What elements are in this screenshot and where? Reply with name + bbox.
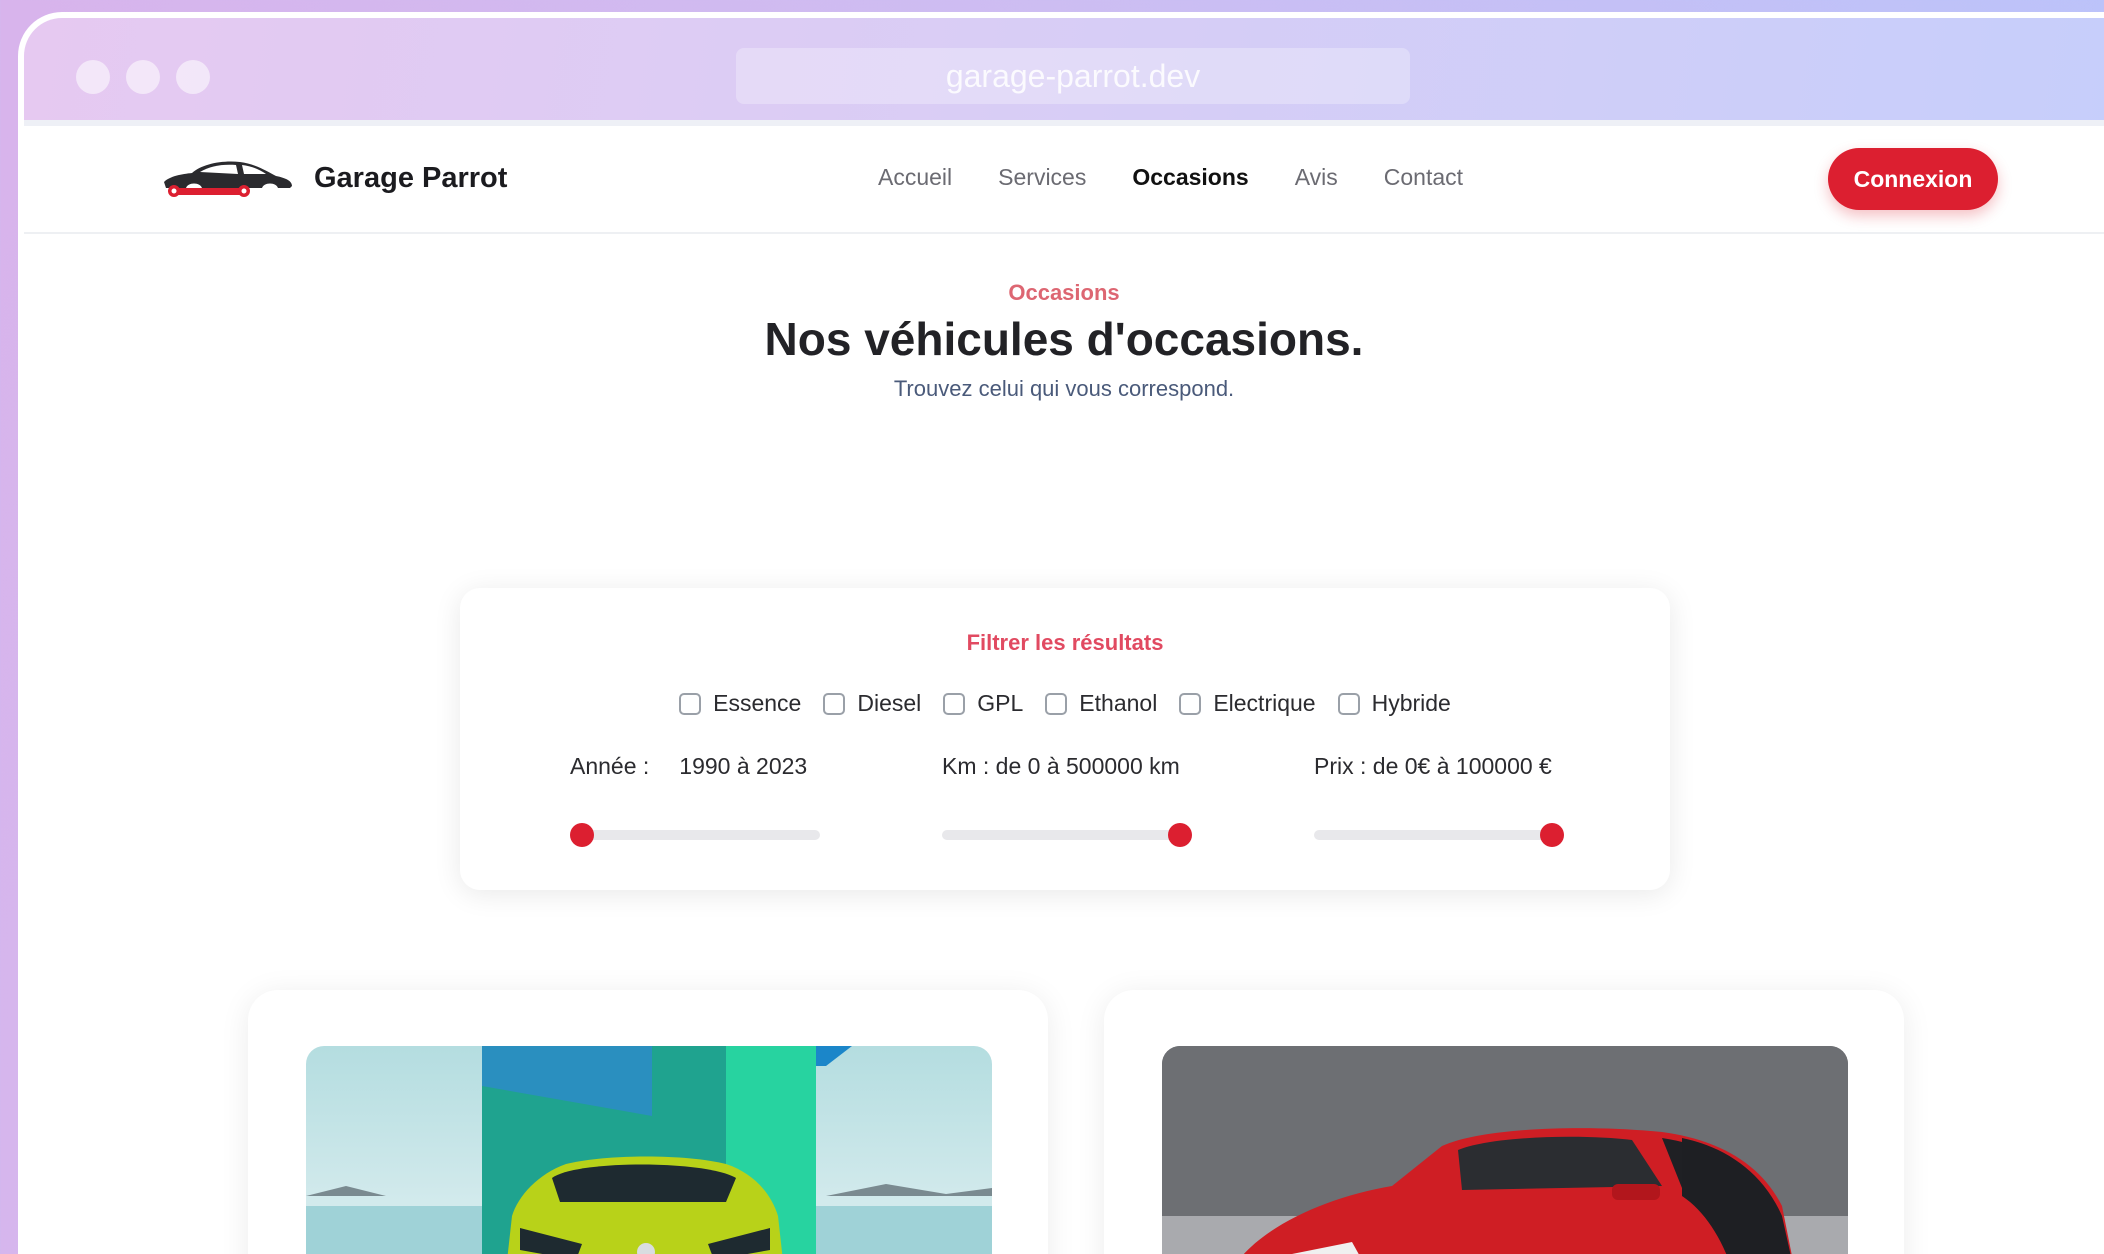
checkbox[interactable]	[679, 692, 702, 715]
fuel-label: Diesel	[857, 690, 922, 716]
km-range-label: Km : de 0 à 500000 km	[942, 753, 1180, 779]
year-range-label: Année : 1990 à 2023	[570, 753, 807, 780]
checkbox[interactable]	[1045, 692, 1068, 715]
car-logo-icon[interactable]	[160, 154, 296, 200]
fuel-option-ethanol[interactable]: Ethanol	[1045, 690, 1157, 717]
fuel-label: GPL	[977, 690, 1024, 716]
year-slider[interactable]	[570, 823, 820, 847]
red-car-image	[1162, 1046, 1848, 1254]
section-eyebrow: Occasions	[1008, 280, 1120, 305]
vehicle-photo[interactable]	[306, 1046, 992, 1254]
green-car-image	[306, 1046, 992, 1254]
nav-link-contact[interactable]: Contact	[1384, 164, 1463, 191]
nav-link-avis[interactable]: Avis	[1295, 164, 1338, 191]
km-slider[interactable]	[942, 823, 1192, 847]
checkbox[interactable]	[943, 692, 966, 715]
vehicle-card[interactable]	[248, 990, 1048, 1254]
fuel-label: Essence	[713, 690, 802, 716]
price-range-label: Prix : de 0€ à 100000 €	[1314, 753, 1552, 779]
vehicle-photo[interactable]	[1162, 1046, 1848, 1254]
url-bar[interactable]: garage-parrot.dev	[736, 48, 1410, 104]
top-navigation: Garage Parrot Accueil Services Occasions…	[24, 126, 2104, 234]
year-label: Année :	[570, 753, 650, 779]
browser-window: garage-parrot.dev Garage Parrot Accueil …	[18, 12, 2104, 1254]
fuel-option-gpl[interactable]: GPL	[943, 690, 1023, 717]
fuel-option-diesel[interactable]: Diesel	[823, 690, 921, 717]
fuel-option-electrique[interactable]: Electrique	[1179, 690, 1316, 717]
filter-panel: Filtrer les résultats Essence Diesel GPL…	[460, 588, 1670, 890]
km-slider-thumb[interactable]	[1168, 823, 1192, 847]
fuel-label: Electrique	[1213, 690, 1316, 716]
fuel-option-hybride[interactable]: Hybride	[1337, 690, 1451, 717]
nav-link-services[interactable]: Services	[998, 164, 1086, 191]
checkbox[interactable]	[1179, 692, 1202, 715]
fuel-label: Hybride	[1371, 690, 1451, 716]
fuel-filters: Essence Diesel GPL Ethanol Electrique Hy…	[460, 690, 1670, 717]
browser-chrome: garage-parrot.dev	[24, 18, 2104, 126]
fuel-label: Ethanol	[1079, 690, 1158, 716]
page-title: Nos véhicules d'occasions.	[764, 313, 1364, 365]
window-maximize-dot[interactable]	[176, 60, 210, 94]
year-slider-thumb[interactable]	[570, 823, 594, 847]
page-subtitle: Trouvez celui qui vous correspond.	[893, 376, 1235, 401]
vehicle-card[interactable]	[1104, 990, 1904, 1254]
price-slider-thumb[interactable]	[1540, 823, 1564, 847]
nav-link-accueil[interactable]: Accueil	[878, 164, 952, 191]
checkbox[interactable]	[823, 692, 846, 715]
fuel-option-essence[interactable]: Essence	[679, 690, 801, 717]
brand-name[interactable]: Garage Parrot	[314, 162, 507, 195]
checkbox[interactable]	[1337, 692, 1360, 715]
login-button[interactable]: Connexion	[1828, 148, 1998, 210]
window-minimize-dot[interactable]	[126, 60, 160, 94]
nav-link-occasions[interactable]: Occasions	[1132, 164, 1248, 191]
year-value: 1990 à 2023	[679, 753, 808, 779]
window-close-dot[interactable]	[76, 60, 110, 94]
filter-title: Filtrer les résultats	[966, 630, 1164, 655]
main-menu: Accueil Services Occasions Avis Contact	[878, 164, 1463, 191]
price-slider[interactable]	[1314, 823, 1564, 847]
